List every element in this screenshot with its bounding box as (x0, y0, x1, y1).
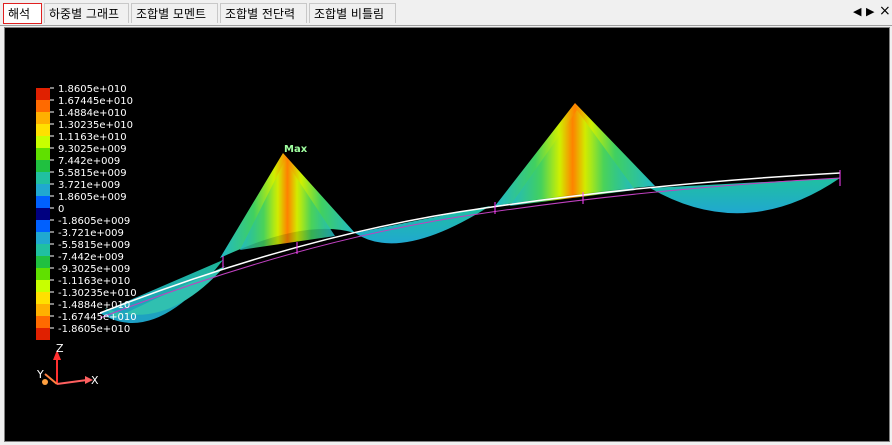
legend-swatch (36, 232, 50, 244)
legend-swatch (36, 292, 50, 304)
legend-swatch (36, 280, 50, 292)
axis-z-label: Z (56, 342, 64, 355)
legend-swatch (36, 184, 50, 196)
legend-value: -1.8605e+010 (58, 324, 130, 335)
legend-swatch (36, 208, 50, 220)
tab-next-icon[interactable]: ▶ (866, 5, 874, 18)
legend-value: 1.8605e+009 (58, 192, 127, 203)
moment-diagram-viewport[interactable]: Max 1.8605e+010 1.67445e+010 1.4884e+010 1.… (4, 27, 890, 442)
legend-value: -1.30235e+010 (58, 288, 137, 299)
axis-triad: Z Y X (36, 342, 99, 387)
legend-value: 1.8605e+010 (58, 84, 127, 95)
legend-swatch (36, 268, 50, 280)
legend-value: 1.1163e+010 (58, 132, 127, 143)
legend-swatch (36, 124, 50, 136)
legend-swatch (36, 172, 50, 184)
legend-value: 1.67445e+010 (58, 96, 133, 107)
legend-swatch (36, 148, 50, 160)
legend-swatch (36, 244, 50, 256)
legend: 1.8605e+0101.67445e+0101.4884e+0101.3023… (36, 84, 137, 340)
tab-prev-icon[interactable]: ◀ (853, 5, 861, 18)
tab-load-graph[interactable]: 하중별 그래프 (44, 3, 129, 23)
legend-value: -1.8605e+009 (58, 216, 130, 227)
legend-value: 7.442e+009 (58, 156, 120, 167)
max-label: Max (284, 144, 308, 155)
legend-value: 3.721e+009 (58, 180, 120, 191)
tab-analysis[interactable]: 해석 (3, 3, 42, 24)
tab-bar: 해석 하중별 그래프 조합별 모멘트 조합별 전단력 조합별 비틀림 ◀ ▶ × (0, 0, 892, 26)
legend-value: 0 (58, 204, 64, 215)
legend-swatch (36, 88, 50, 100)
legend-swatch (36, 196, 50, 208)
legend-value: 9.3025e+009 (58, 144, 127, 155)
legend-value: -5.5815e+009 (58, 240, 130, 251)
tab-combination-moment[interactable]: 조합별 모멘트 (131, 3, 218, 23)
tab-combination-torsion[interactable]: 조합별 비틀림 (309, 3, 396, 23)
tab-combination-shear[interactable]: 조합별 전단력 (220, 3, 307, 23)
axis-x-label: X (91, 374, 99, 387)
legend-swatch (36, 100, 50, 112)
legend-value: -3.721e+009 (58, 228, 124, 239)
moment-lobe-span4 (650, 178, 840, 214)
legend-swatch (36, 256, 50, 268)
legend-value: -9.3025e+009 (58, 264, 130, 275)
moment-lobe-span2 (355, 206, 490, 244)
legend-swatch (36, 160, 50, 172)
legend-swatch (36, 112, 50, 124)
legend-value: -1.67445e+010 (58, 312, 137, 323)
legend-swatch (36, 316, 50, 328)
legend-swatch (36, 328, 50, 340)
legend-value: -1.1163e+010 (58, 276, 130, 287)
legend-swatch (36, 304, 50, 316)
legend-value: 1.4884e+010 (58, 108, 127, 119)
legend-value: -1.4884e+010 (58, 300, 130, 311)
legend-value: -7.442e+009 (58, 252, 124, 263)
legend-value: 1.30235e+010 (58, 120, 133, 131)
axis-y-label: Y (36, 368, 44, 381)
close-icon[interactable]: × (879, 3, 891, 19)
legend-swatch (36, 136, 50, 148)
legend-value: 5.5815e+009 (58, 168, 127, 179)
legend-swatch (36, 220, 50, 232)
moment-diagram-canvas: Max 1.8605e+0101.67445e+0101.4884e+0101.… (36, 84, 841, 387)
